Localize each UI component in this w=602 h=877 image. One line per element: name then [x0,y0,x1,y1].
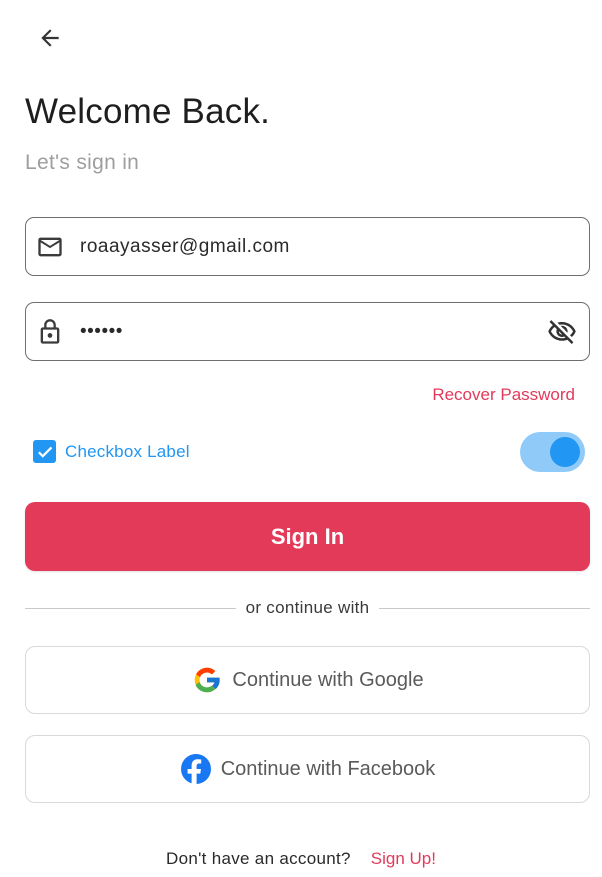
remember-checkbox[interactable]: Checkbox Label [33,440,190,463]
toggle-knob [550,437,580,467]
arrow-left-icon [41,29,59,47]
google-signin-button[interactable]: Continue with Google [25,646,590,714]
divider: or continue with [25,597,590,619]
eye-off-icon[interactable] [535,303,589,360]
mail-icon [26,218,78,275]
signup-prompt: Don't have an account? Sign Up! [0,849,602,869]
password-value: •••••• [80,320,123,342]
email-field[interactable]: roaayasser@gmail.com [25,217,590,276]
google-button-label: Continue with Google [232,668,424,691]
divider-line-right [379,607,590,609]
sign-in-screen: Welcome Back. Let's sign in roaayasser@g… [0,0,602,877]
toggle-switch[interactable] [520,432,585,472]
email-value: roaayasser@gmail.com [80,235,290,257]
facebook-icon [180,754,211,785]
facebook-signin-button[interactable]: Continue with Facebook [25,735,590,803]
recover-password-link[interactable]: Recover Password [432,385,575,405]
google-icon [195,667,221,693]
signup-question: Don't have an account? [166,849,351,868]
divider-text: or continue with [245,598,370,617]
lock-icon [26,303,78,360]
checkbox-checked-icon[interactable] [33,440,56,463]
page-subtitle: Let's sign in [25,151,140,174]
page-title: Welcome Back. [25,92,271,131]
sign-in-button[interactable]: Sign In [25,502,590,571]
facebook-button-label: Continue with Facebook [220,757,436,780]
signup-link[interactable]: Sign Up! [371,849,436,869]
back-button[interactable] [28,16,72,60]
password-field[interactable]: •••••• [25,302,590,361]
divider-line-left [25,607,236,609]
checkbox-label: Checkbox Label [65,441,190,461]
